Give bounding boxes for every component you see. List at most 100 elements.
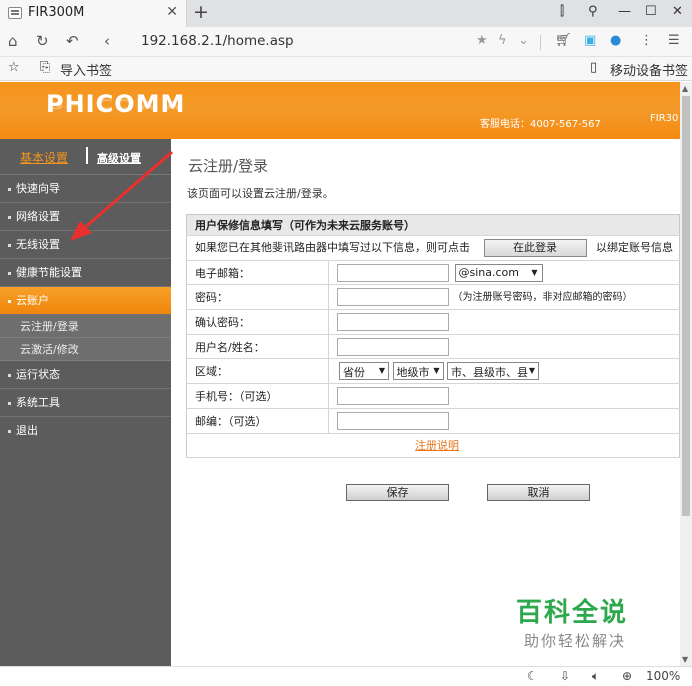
chevron-down-icon[interactable]: ⌄ <box>518 33 529 48</box>
sidebar-item-label: 快速向导 <box>16 182 60 195</box>
sidebar-item-status[interactable]: 运行状态 <box>0 361 171 389</box>
bookmark-bar: ☆ ⎘ 导入书签 ▯ 移动设备书签 <box>0 57 692 81</box>
bullet-icon <box>8 373 11 377</box>
bind-text: 以绑定账号信息 <box>596 240 673 254</box>
sidebar-item-network[interactable]: 网络设置 <box>0 203 171 231</box>
clipboard-icon[interactable]: ▣ <box>584 33 596 48</box>
password-field[interactable] <box>337 288 449 307</box>
register-note-link[interactable]: 注册说明 <box>415 439 459 452</box>
sidebar-item-cloud-account[interactable]: 云账户 <box>0 287 171 315</box>
tab-advanced-settings[interactable]: 高级设置 <box>97 150 141 166</box>
sidebar-item-label: 健康节能设置 <box>16 266 82 279</box>
watermark-subtitle: 助你轻松解决 <box>524 632 627 650</box>
username-field[interactable] <box>337 337 449 356</box>
username-label: 用户名/姓名： <box>186 334 329 360</box>
bullet-icon <box>8 187 11 191</box>
home-icon[interactable]: ⌂ <box>8 32 18 50</box>
submenu-cloud-activate[interactable]: 云激活/修改 <box>0 338 171 361</box>
watermark-title: 百科全说 <box>516 598 629 628</box>
sidebar-item-quick-wizard[interactable]: 快速向导 <box>0 175 171 203</box>
browser-tab[interactable]: FIR300M ✕ <box>0 0 187 27</box>
minimize-icon[interactable]: — <box>618 4 631 19</box>
zoom-level[interactable]: 100% <box>646 669 680 683</box>
sidebar-item-energy[interactable]: 健康节能设置 <box>0 259 171 287</box>
sidebar: 基本设置 高级设置 快速向导 网络设置 无线设置 健康节能设置 云账户 云注册/… <box>0 139 171 666</box>
login-row: 如果您已在其他斐讯路由器中填写过以下信息，则可点击 在此登录 以绑定账号信息 <box>186 235 680 261</box>
page-description: 该页面可以设置云注册/登录。 <box>187 187 334 200</box>
bullet-icon <box>8 299 11 303</box>
import-bookmarks-link[interactable]: 导入书签 <box>60 60 112 79</box>
bullet-icon <box>8 401 11 405</box>
sidebar-item-label: 运行状态 <box>16 368 60 381</box>
tab-divider <box>86 147 88 164</box>
register-note-row: 注册说明 <box>186 433 680 459</box>
email-domain-value: @sina.com <box>458 265 520 279</box>
lightning-icon[interactable]: ϟ <box>498 33 507 48</box>
page-icon <box>8 7 22 19</box>
scrollbar[interactable]: ▲ ▼ <box>680 82 692 666</box>
address-bar: ⌂ ↻ ↶ ‹ 192.168.2.1/home.asp ★ ϟ ⌄ 🛒︎ ▣ … <box>0 27 692 57</box>
cancel-button[interactable]: 取消 <box>487 484 590 501</box>
email-field[interactable] <box>337 263 449 282</box>
model-text: FIR30 <box>650 113 679 124</box>
night-mode-icon[interactable]: ☾ <box>527 669 538 683</box>
shirt-icon[interactable]: ⚲ <box>588 4 598 19</box>
sidebar-item-label: 云账户 <box>16 294 49 307</box>
phone-label: 手机号：（可选） <box>186 383 329 409</box>
sidebar-item-label: 无线设置 <box>16 238 60 251</box>
phone-field[interactable] <box>337 386 449 405</box>
status-bar: ☾ ⇩ 🔈︎ ⊕ 100% <box>0 666 692 686</box>
bullet-icon <box>8 243 11 247</box>
scroll-thumb[interactable] <box>682 96 690 516</box>
menu-icon[interactable]: ☰ <box>668 33 680 48</box>
bullet-icon <box>8 429 11 433</box>
watermark: 百科全说 助你轻松解决 <box>494 582 667 666</box>
province-value: 省份 <box>343 366 365 380</box>
bookmark-star-icon[interactable]: ☆ <box>8 60 20 75</box>
extension-icon[interactable]: ● <box>610 33 621 48</box>
login-here-button[interactable]: 在此登录 <box>483 238 587 257</box>
confirm-password-field[interactable] <box>337 312 449 331</box>
import-bookmark-icon: ⎘ <box>40 60 51 75</box>
close-window-icon[interactable]: ✕ <box>672 4 683 19</box>
undo-icon[interactable]: ↶ <box>66 32 79 50</box>
cart-icon[interactable]: 🛒︎ <box>555 33 572 48</box>
county-select[interactable]: 市、县级市、县 ▼ <box>447 362 539 381</box>
reload-icon[interactable]: ↻ <box>36 32 49 50</box>
download-icon[interactable]: ⇩ <box>560 669 570 683</box>
url-field[interactable]: 192.168.2.1/home.asp <box>141 33 294 49</box>
scroll-up-icon[interactable]: ▲ <box>682 84 688 93</box>
password-hint: （为注册账号密码，非对应邮箱的密码） <box>452 292 633 304</box>
scroll-down-icon[interactable]: ▼ <box>682 655 688 664</box>
more-icon[interactable]: ⋮ <box>640 33 653 48</box>
city-value: 地级市 <box>396 366 430 380</box>
sidebar-item-label: 网络设置 <box>16 210 60 223</box>
save-button[interactable]: 保存 <box>346 484 449 501</box>
star-icon[interactable]: ★ <box>476 33 488 48</box>
sidebar-item-wireless[interactable]: 无线设置 <box>0 231 171 259</box>
dropdown-arrow-icon: ▼ <box>531 267 538 277</box>
bullet-icon <box>8 215 11 219</box>
tab-list-icon[interactable]: ⫿ <box>560 4 564 19</box>
close-tab-icon[interactable]: ✕ <box>166 4 178 20</box>
sidebar-item-tools[interactable]: 系统工具 <box>0 389 171 417</box>
page-title: 云注册/登录 <box>188 157 269 175</box>
back-icon[interactable]: ‹ <box>104 32 110 50</box>
dropdown-arrow-icon: ▼ <box>378 366 385 376</box>
zoom-icon[interactable]: ⊕ <box>622 669 632 683</box>
volume-icon[interactable]: 🔈︎ <box>592 669 599 684</box>
zip-label: 邮编：（可选） <box>186 408 329 434</box>
mobile-bookmarks-link[interactable]: 移动设备书签 <box>610 60 688 79</box>
zip-field[interactable] <box>337 411 449 430</box>
sidebar-item-logout[interactable]: 退出 <box>0 417 171 445</box>
registration-form: 用户保修信息填写（可作为未来云服务账号） 如果您已在其他斐讯路由器中填写过以下信… <box>186 214 680 459</box>
city-select[interactable]: 地级市 ▼ <box>392 362 444 381</box>
email-domain-select[interactable]: @sina.com ▼ <box>454 263 543 282</box>
new-tab-button[interactable]: + <box>193 1 209 23</box>
divider <box>540 35 541 50</box>
submenu-cloud-register[interactable]: 云注册/登录 <box>0 315 171 338</box>
email-label: 电子邮箱： <box>186 260 329 286</box>
province-select[interactable]: 省份 ▼ <box>339 362 389 381</box>
tab-basic-settings[interactable]: 基本设置 <box>20 149 68 166</box>
maximize-icon[interactable]: ☐ <box>645 4 657 19</box>
